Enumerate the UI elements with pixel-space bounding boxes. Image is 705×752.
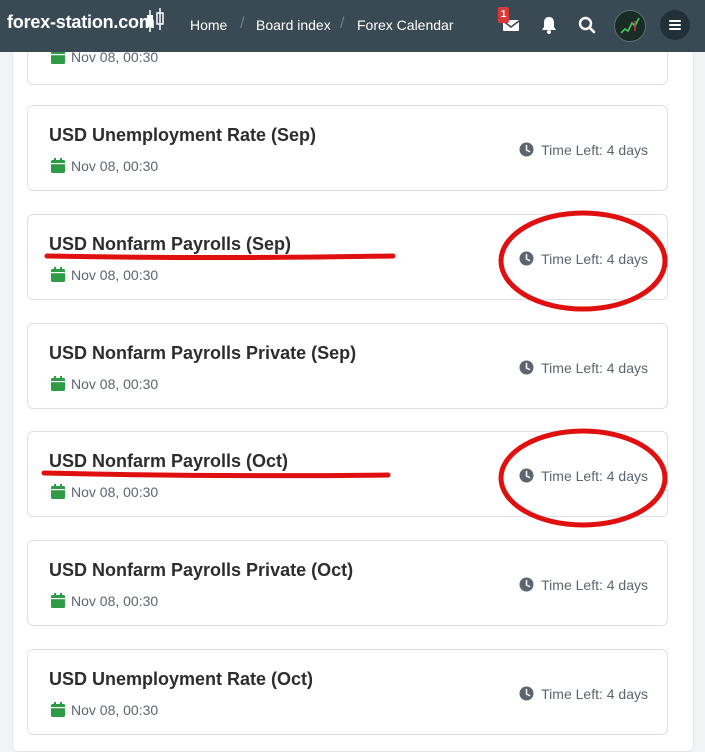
time-left-label: Time Left: 4 days: [541, 468, 648, 484]
calendar-icon: [51, 376, 65, 391]
calendar-icon: [51, 158, 65, 173]
hamburger-menu-button[interactable]: [660, 10, 690, 40]
candlestick-logo-icon[interactable]: [144, 8, 166, 34]
event-card[interactable]: USD Nonfarm Payrolls (Sep) Nov 08, 00:30 T…: [27, 214, 668, 300]
site-logo-text[interactable]: forex-station.com: [7, 12, 155, 33]
time-left-label: Time Left: 4 days: [541, 686, 648, 702]
clock-icon: [519, 686, 534, 701]
event-card[interactable]: USD Nonfarm Payrolls Private (Oct) Nov 08…: [27, 540, 668, 626]
calendar-icon: [51, 267, 65, 282]
event-card[interactable]: USD Unemployment Rate (Oct) Nov 08, 00:30…: [27, 649, 668, 735]
calendar-icon: [51, 593, 65, 608]
clock-icon: [519, 468, 534, 483]
event-title[interactable]: USD Nonfarm Payrolls Private (Sep): [49, 343, 356, 364]
event-date: Nov 08, 00:30: [71, 593, 159, 609]
clock-icon: [519, 251, 534, 266]
time-left-label: Time Left: 4 days: [541, 577, 648, 593]
event-card[interactable]: USD Unemployment Rate (Sep) Nov 08, 00:30…: [27, 105, 668, 191]
calendar-icon: [51, 484, 65, 499]
search-icon[interactable]: [576, 14, 598, 36]
event-title[interactable]: USD Unemployment Rate (Sep): [49, 125, 316, 146]
nav-home-link[interactable]: Home: [190, 17, 227, 33]
user-avatar[interactable]: [614, 10, 646, 42]
event-date: Nov 08, 00:30: [71, 376, 159, 392]
hamburger-menu-icon: [669, 20, 681, 30]
time-left-label: Time Left: 4 days: [541, 360, 648, 376]
event-title[interactable]: USD Nonfarm Payrolls (Sep): [49, 234, 291, 255]
bell-icon[interactable]: [538, 14, 560, 36]
time-left-label: Time Left: 4 days: [541, 251, 648, 267]
calendar-icon: [51, 702, 65, 717]
top-navbar: forex-station.com Home / Board index / F…: [0, 0, 705, 52]
clock-icon: [519, 142, 534, 157]
breadcrumb-separator: /: [240, 15, 245, 32]
event-date: Nov 08, 00:30: [71, 484, 159, 500]
clock-icon: [519, 577, 534, 592]
event-date: Nov 08, 00:30: [71, 158, 159, 174]
event-title[interactable]: USD Nonfarm Payrolls Private (Oct): [49, 560, 353, 581]
nav-board-index-link[interactable]: Board index: [256, 17, 331, 33]
time-left-label: Time Left: 4 days: [541, 142, 648, 158]
event-title[interactable]: USD Nonfarm Payrolls (Oct): [49, 451, 288, 472]
event-title[interactable]: USD Unemployment Rate (Oct): [49, 669, 313, 690]
event-card[interactable]: USD Nonfarm Payrolls Private (Sep) Nov 08…: [27, 323, 668, 409]
breadcrumb-separator: /: [340, 15, 345, 32]
event-date: Nov 08, 00:30: [71, 267, 159, 283]
clock-icon: [519, 360, 534, 375]
event-date: Nov 08, 00:30: [71, 702, 159, 718]
nav-forex-calendar-link[interactable]: Forex Calendar: [357, 17, 454, 33]
event-card[interactable]: USD Nonfarm Payrolls (Oct) Nov 08, 00:30 T…: [27, 431, 668, 517]
notification-count-badge: 1: [498, 7, 509, 23]
